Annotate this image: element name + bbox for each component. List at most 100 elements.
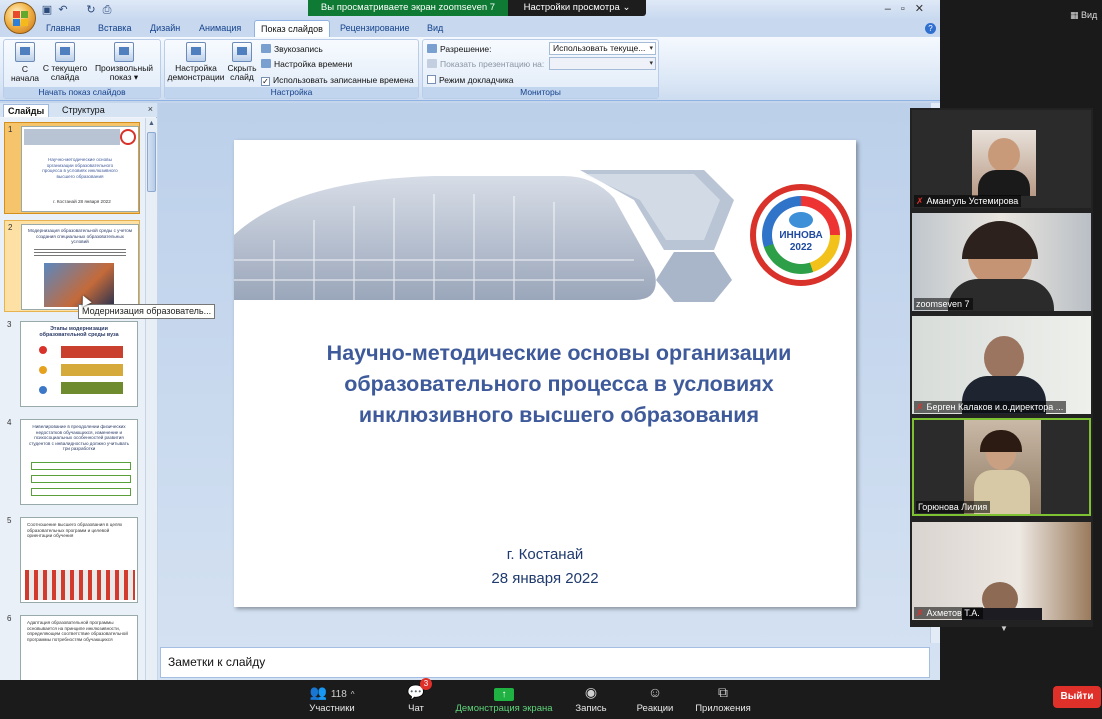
participant-tile[interactable]: ✗ Ахметов Т.А.: [912, 522, 1091, 620]
participants-count: 118: [330, 689, 347, 700]
from-current-button[interactable]: С текущего слайда: [42, 42, 88, 82]
participant-video: [912, 213, 1091, 311]
resolution-label-row: Разрешение:: [427, 43, 491, 55]
record-narration-button[interactable]: Звукозапись: [261, 43, 323, 55]
share-screen-button[interactable]: ↑ Демонстрация экрана: [452, 682, 556, 718]
slide-number: 3: [7, 320, 12, 329]
close-icon[interactable]: ×: [148, 104, 153, 114]
tab-design[interactable]: Дизайн: [144, 20, 186, 37]
slides-panel: Слайды Структура × 1 Научно-методические…: [0, 103, 157, 680]
hide-slide-button[interactable]: Скрыть слайд: [225, 42, 259, 82]
use-timings-checkbox[interactable]: ✓ Использовать записанные времена: [261, 74, 414, 86]
office-button[interactable]: [4, 2, 36, 34]
tab-home[interactable]: Главная: [40, 20, 86, 37]
grid-icon: ▦: [1070, 10, 1079, 20]
help-icon[interactable]: ?: [925, 23, 936, 34]
participants-icon: 👥: [309, 684, 327, 700]
participant-name: ✗ Берген Калаков и.о.директора ...: [914, 401, 1067, 413]
thumbnail-image: Адаптация образовательной программы осно…: [20, 615, 138, 680]
participant-tile-speaking[interactable]: Горюнова Лилия: [912, 418, 1091, 516]
show-on-label-row: Показать презентацию на:: [427, 58, 544, 70]
participant-tile[interactable]: ✗ Амангуль Устемирова: [912, 110, 1091, 208]
print-icon[interactable]: ⎙: [100, 3, 114, 17]
participant-tile[interactable]: ✗ Берген Калаков и.о.директора ...: [912, 316, 1091, 414]
current-slide[interactable]: ИННОВА 2022 Научно-методические основы о…: [234, 140, 856, 607]
clock-icon: [261, 59, 271, 68]
tab-outline[interactable]: Структура: [58, 104, 109, 117]
reactions-label: Реакции: [636, 703, 674, 714]
participant-video: [964, 420, 1041, 514]
participant-name: zoomseven 7: [914, 298, 973, 310]
thumbnail-list: 1 Научно-методические основы организации…: [0, 118, 145, 680]
leave-button[interactable]: Выйти: [1053, 686, 1101, 708]
notes-pane[interactable]: Заметки к слайду: [160, 647, 930, 678]
slide-thumbnail-5[interactable]: 5 Соотношение высшего образования в целя…: [4, 514, 140, 606]
tab-slideshow[interactable]: Показ слайдов: [254, 20, 330, 37]
thumb-title: Модернизация образовательной среды с уче…: [28, 228, 132, 245]
apps-button[interactable]: ⧉ Приложения: [692, 682, 754, 718]
slide-thumbnail-4[interactable]: 4 Нивелирование в преодолении физических…: [4, 416, 140, 508]
slide-thumbnail-3[interactable]: 3 Этапы модернизации образовательной сре…: [4, 318, 140, 410]
view-button[interactable]: ▦ Вид: [1070, 10, 1097, 21]
group-label-start: Начать показ слайдов: [4, 87, 160, 98]
screen-share-banner: Вы просматриваете экран zoomseven 7: [308, 0, 508, 16]
group-monitors: Разрешение: Использовать текуще... ▾ Пока…: [422, 39, 659, 99]
reactions-icon: ☺: [647, 684, 663, 700]
dropdown-arrow-icon: ▾: [649, 45, 653, 52]
thumb-text: Адаптация образовательной программы осно…: [27, 620, 128, 642]
thumb-item-1: [31, 462, 131, 470]
slide-city: г. Костанай: [506, 546, 584, 563]
redo-icon[interactable]: ↻: [84, 3, 98, 17]
group-start-slideshow: С начала С текущего слайда Произвольный …: [3, 39, 161, 99]
participant-name: ✗ Ахметов Т.А.: [914, 607, 983, 619]
participants-button[interactable]: 👥 118 ^ Участники: [300, 682, 364, 718]
slide-title: Научно-методические основы организации о…: [326, 341, 792, 427]
gallery-scroll-down-icon[interactable]: ▼: [1000, 624, 1008, 633]
thumb-header-image: [24, 129, 120, 145]
slide-thumbnail-1[interactable]: 1 Научно-методические основы организации…: [4, 122, 140, 214]
microphone-icon: [261, 44, 271, 53]
save-icon[interactable]: ▣: [40, 3, 54, 17]
thumb-figures-image: [25, 570, 135, 600]
resolution-dropdown[interactable]: Использовать текуще... ▾: [549, 42, 656, 55]
thumbnail-image: Соотношение высшего образования в целях …: [20, 517, 138, 603]
group-setup: Настройка демонстрации Скрыть слайд Звук…: [164, 39, 419, 99]
participant-tile[interactable]: zoomseven 7: [912, 213, 1091, 311]
panel-scrollbar[interactable]: ▲: [145, 118, 157, 680]
setup-show-button[interactable]: Настройка демонстрации: [167, 42, 225, 82]
from-start-button[interactable]: С начала: [8, 42, 42, 83]
scroll-thumb[interactable]: [147, 132, 156, 192]
chevron-up-icon[interactable]: ^: [351, 690, 355, 699]
rehearse-timings-button[interactable]: Настройка времени: [261, 58, 352, 70]
tab-insert[interactable]: Вставка: [92, 20, 137, 37]
setup-show-icon: [186, 42, 206, 62]
tab-animation[interactable]: Анимация: [193, 20, 247, 37]
hide-slide-icon: [232, 42, 252, 62]
slide-thumbnail-2[interactable]: 2 Модернизация образовательной среды с у…: [4, 220, 140, 312]
record-button[interactable]: ◉ Запись: [570, 682, 612, 718]
thumb-box-2: [61, 364, 123, 376]
tab-review[interactable]: Рецензирование: [334, 20, 416, 37]
slide-thumbnail-6[interactable]: 6 Адаптация образовательной программы ос…: [4, 612, 140, 680]
thumbnail-image: Этапы модернизации образовательной среды…: [20, 321, 138, 407]
participant-video: [912, 522, 1091, 620]
show-on-dropdown[interactable]: ▾: [549, 57, 656, 70]
hex-shape-2: [656, 252, 732, 302]
apps-icon: ⧉: [718, 684, 728, 700]
thumb-item-3: [31, 488, 131, 496]
hide-slide-label-2: слайд: [230, 72, 254, 82]
window-controls[interactable]: –▫✕: [885, 2, 934, 15]
view-options-button[interactable]: Настройки просмотра ⌄: [508, 0, 646, 16]
rehearse-timings-label: Настройка времени: [274, 59, 353, 69]
undo-icon[interactable]: ↶: [56, 3, 70, 17]
share-screen-label: Демонстрация экрана: [455, 703, 553, 714]
slide-number: 1: [8, 125, 13, 134]
reactions-button[interactable]: ☺ Реакции: [634, 682, 676, 718]
scroll-up-icon[interactable]: ▲: [148, 120, 155, 127]
building-photo: [234, 176, 656, 300]
custom-show-button[interactable]: Произвольный показ ▾: [92, 42, 156, 82]
tab-slides[interactable]: Слайды: [3, 104, 50, 117]
thumb-subtitle: г. Костанай 28 января 2022: [53, 199, 111, 204]
tab-view[interactable]: Вид: [421, 20, 449, 37]
presenter-view-checkbox[interactable]: Режим докладчика: [427, 74, 514, 86]
